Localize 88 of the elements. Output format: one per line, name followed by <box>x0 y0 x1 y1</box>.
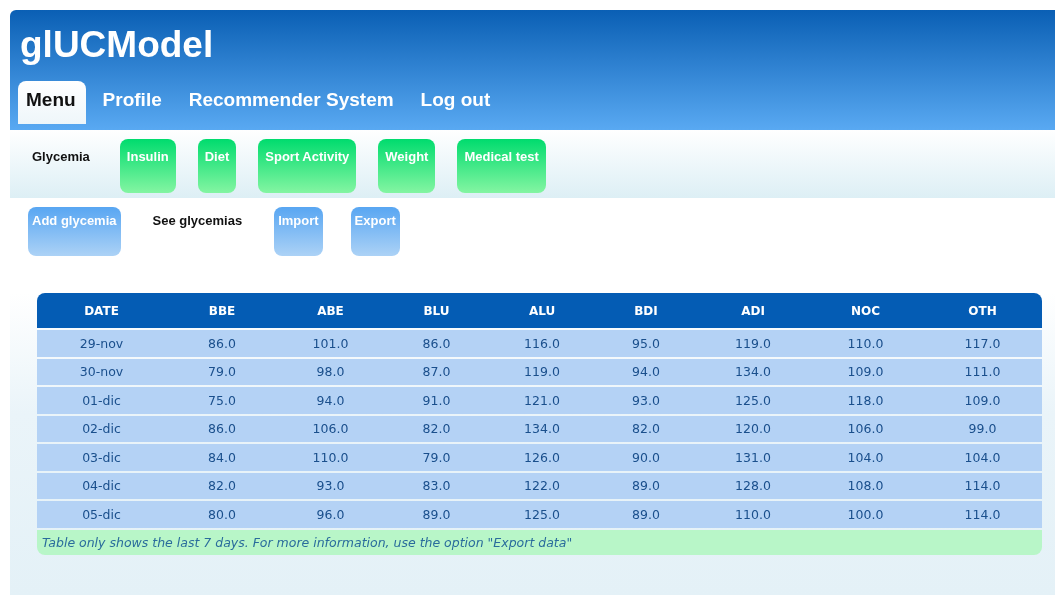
table-cell: 95.0 <box>632 335 660 351</box>
table-cell: 98.0 <box>316 364 345 380</box>
table-cell: 84.0 <box>208 449 236 465</box>
table-cell: 86.0 <box>208 335 236 351</box>
table-cell: 117.0 <box>964 335 1001 351</box>
nav-tab[interactable]: Recommender System <box>180 81 404 124</box>
table-cell: 134.0 <box>735 364 771 380</box>
nav-tab[interactable]: Menu <box>18 81 86 124</box>
column-header: ABE <box>316 303 345 318</box>
table-cell: 03-dic <box>82 449 121 465</box>
table-cell: 99.0 <box>968 421 997 437</box>
table-cell: 110.0 <box>735 506 771 522</box>
table-cell: 121.0 <box>524 392 560 408</box>
table-cell: 29-nov <box>79 335 124 351</box>
table-cell: 125.0 <box>524 506 560 522</box>
menu-button[interactable]: Diet <box>197 139 237 193</box>
table-cell: 109.0 <box>847 364 884 380</box>
table-cell: 128.0 <box>735 478 771 494</box>
table-cell: 111.0 <box>964 364 1001 380</box>
action-button[interactable]: Import <box>274 207 323 256</box>
table-cell: 75.0 <box>208 392 236 408</box>
table-footnote: Table only shows the last 7 days. For more information, use the option "Export data" <box>42 534 573 550</box>
app-title: glUCModel <box>19 23 215 66</box>
table-cell: 134.0 <box>524 421 560 437</box>
table-cell: 05-dic <box>82 506 121 522</box>
table-cell: 118.0 <box>847 392 884 408</box>
table-cell: 104.0 <box>847 449 884 465</box>
table-cell: 116.0 <box>524 335 560 351</box>
table-cell: 106.0 <box>847 421 884 437</box>
table-cell: 01-dic <box>82 392 121 408</box>
table-cell: 93.0 <box>632 392 660 408</box>
nav-tab[interactable]: Profile <box>94 81 172 124</box>
table-cell: 119.0 <box>735 335 771 351</box>
column-header: DATE <box>83 303 120 318</box>
table-cell: 109.0 <box>964 392 1001 408</box>
menu-button[interactable]: Weight <box>378 139 436 193</box>
table-cell: 82.0 <box>632 421 660 437</box>
column-header: OTH <box>967 303 998 318</box>
table-cell: 02-dic <box>82 421 121 437</box>
menu-button[interactable]: Insulin <box>119 139 176 193</box>
table-cell: 90.0 <box>632 449 660 465</box>
table-cell: 30-nov <box>79 364 124 380</box>
table-cell: 79.0 <box>422 449 451 465</box>
column-header: ADI <box>740 303 766 318</box>
table-cell: 80.0 <box>208 506 236 522</box>
table-cell: 82.0 <box>208 478 236 494</box>
table-cell: 91.0 <box>422 392 451 408</box>
table-cell: 114.0 <box>964 478 1001 494</box>
table-cell: 120.0 <box>735 421 771 437</box>
table-cell: 89.0 <box>422 506 451 522</box>
table-cell: 94.0 <box>632 364 660 380</box>
table-cell: 125.0 <box>735 392 771 408</box>
table-cell: 87.0 <box>422 364 451 380</box>
table-cell: 131.0 <box>735 449 771 465</box>
table-cell: 89.0 <box>632 506 660 522</box>
column-header: BDI <box>633 303 659 318</box>
table-cell: 122.0 <box>524 478 560 494</box>
table-cell: 114.0 <box>964 506 1001 522</box>
table-cell: 89.0 <box>632 478 660 494</box>
table-cell: 126.0 <box>524 449 560 465</box>
table-cell: 104.0 <box>964 449 1001 465</box>
table-cell: 110.0 <box>847 335 884 351</box>
table-cell: 100.0 <box>847 506 884 522</box>
table-cell: 86.0 <box>422 335 451 351</box>
menu-item[interactable]: Glycemia <box>32 139 96 164</box>
table-cell: 82.0 <box>422 421 451 437</box>
column-header: NOC <box>849 303 882 318</box>
table-cell: 106.0 <box>312 421 349 437</box>
table-cell: 110.0 <box>312 449 349 465</box>
table-cell: 04-dic <box>82 478 121 494</box>
action-button[interactable]: Add glycemia <box>28 207 121 256</box>
table-cell: 86.0 <box>208 421 236 437</box>
action-item[interactable]: See glycemias <box>148 207 247 228</box>
nav-tab[interactable]: Log out <box>412 81 501 124</box>
table-cell: 79.0 <box>208 364 236 380</box>
table-cell: 93.0 <box>316 478 345 494</box>
table-cell: 96.0 <box>316 506 345 522</box>
column-header: BBE <box>207 303 237 318</box>
action-button[interactable]: Export <box>350 207 400 256</box>
column-header: ALU <box>527 303 557 318</box>
menu-button[interactable]: Sport Activity <box>258 139 357 193</box>
table-cell: 101.0 <box>312 335 349 351</box>
table-cell: 119.0 <box>524 364 560 380</box>
table-cell: 83.0 <box>422 478 451 494</box>
column-header: BLU <box>422 303 451 318</box>
table-cell: 94.0 <box>316 392 345 408</box>
table-cell: 108.0 <box>847 478 884 494</box>
menu-button[interactable]: Medical test <box>457 139 546 193</box>
